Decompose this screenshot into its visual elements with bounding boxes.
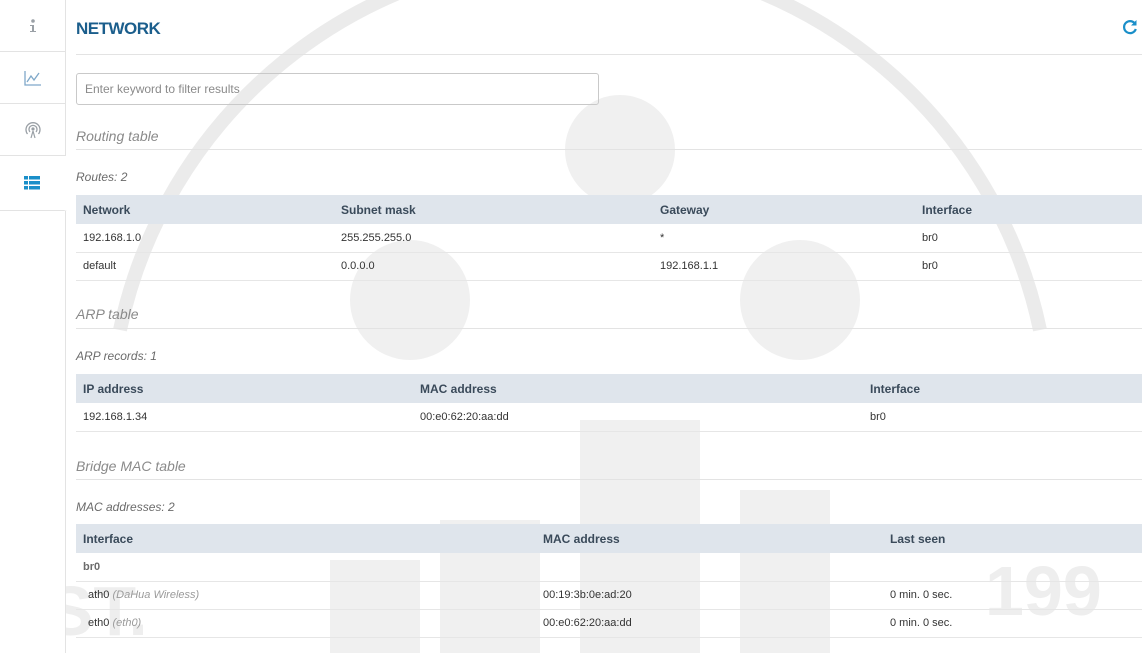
- sidebar-item-statistics[interactable]: [0, 52, 65, 104]
- routes-count: Routes: 2: [76, 170, 128, 184]
- bridge-group-label: br0: [76, 553, 1142, 582]
- table-row: ath0 (DaHua Wireless) 00:19:3b:0e:ad:20 …: [76, 581, 1142, 610]
- table-header-row: Interface MAC address Last seen: [76, 524, 1142, 553]
- interface-description: (DaHua Wireless): [112, 589, 200, 601]
- table-cell: 192.168.1.1: [653, 252, 915, 281]
- column-header[interactable]: Last seen: [883, 524, 1142, 553]
- table-cell: default: [76, 252, 334, 281]
- table-cell: br0: [863, 403, 1142, 432]
- table-cell: 0.0.0.0: [334, 252, 653, 281]
- routing-table: Network Subnet mask Gateway Interface 19…: [76, 195, 1142, 281]
- column-header[interactable]: Interface: [863, 374, 1142, 403]
- column-header[interactable]: Network: [76, 195, 334, 224]
- table-group-row: br0: [76, 553, 1142, 582]
- column-header[interactable]: MAC address: [413, 374, 863, 403]
- list-icon: [24, 176, 40, 190]
- divider: [76, 328, 1142, 329]
- table-cell: 00:19:3b:0e:ad:20: [536, 581, 883, 610]
- chart-icon: [23, 70, 42, 86]
- divider: [76, 149, 1142, 150]
- arp-table: IP address MAC address Interface 192.168…: [76, 374, 1142, 432]
- table-cell: 255.255.255.0: [334, 224, 653, 253]
- interface-description: (eth0): [112, 617, 142, 629]
- table-row: eth0 (eth0) 00:e0:62:20:aa:dd 0 min. 0 s…: [76, 609, 1142, 638]
- table-row: default 0.0.0.0 192.168.1.1 br0: [76, 252, 1142, 281]
- table-cell: 0 min. 0 sec.: [883, 609, 1142, 638]
- bridge-mac-table-title: Bridge MAC table: [76, 458, 186, 474]
- table-cell: ath0 (DaHua Wireless): [76, 581, 536, 610]
- sidebar-item-info[interactable]: [0, 0, 65, 52]
- table-cell: br0: [915, 252, 1142, 281]
- column-header[interactable]: Subnet mask: [334, 195, 653, 224]
- column-header[interactable]: Interface: [915, 195, 1142, 224]
- column-header[interactable]: Interface: [76, 524, 536, 553]
- column-header[interactable]: IP address: [76, 374, 413, 403]
- table-cell: 192.168.1.34: [76, 403, 413, 432]
- routing-table-title: Routing table: [76, 128, 159, 144]
- column-header[interactable]: Gateway: [653, 195, 915, 224]
- table-header-row: IP address MAC address Interface: [76, 374, 1142, 403]
- sidebar-item-network[interactable]: [0, 156, 67, 211]
- table-cell: *: [653, 224, 915, 253]
- table-cell: 00:e0:62:20:aa:dd: [536, 609, 883, 638]
- table-cell: br0: [915, 224, 1142, 253]
- table-cell: 192.168.1.0: [76, 224, 334, 253]
- arp-records-count: ARP records: 1: [76, 349, 157, 363]
- interface-name: eth0: [88, 617, 110, 629]
- table-header-row: Network Subnet mask Gateway Interface: [76, 195, 1142, 224]
- arp-table-title: ARP table: [76, 306, 139, 322]
- table-cell: 0 min. 0 sec.: [883, 581, 1142, 610]
- table-cell: eth0 (eth0): [76, 609, 536, 638]
- filter-input[interactable]: [76, 73, 599, 105]
- table-row: 192.168.1.34 00:e0:62:20:aa:dd br0: [76, 403, 1142, 432]
- table-cell: 00:e0:62:20:aa:dd: [413, 403, 863, 432]
- mac-addresses-count: MAC addresses: 2: [76, 500, 175, 514]
- info-icon: [28, 18, 38, 34]
- sidebar-item-wireless[interactable]: [0, 104, 65, 156]
- table-row: 192.168.1.0 255.255.255.0 * br0: [76, 224, 1142, 253]
- page-header: NETWORK: [76, 0, 1142, 55]
- page-title: NETWORK: [76, 19, 161, 38]
- sidebar: [0, 0, 67, 653]
- divider: [76, 479, 1142, 480]
- main-content: NETWORK Routing table Routes: 2 Network …: [76, 0, 1142, 638]
- refresh-icon[interactable]: [1120, 17, 1140, 37]
- bridge-mac-table: Interface MAC address Last seen br0 ath0…: [76, 524, 1142, 638]
- column-header[interactable]: MAC address: [536, 524, 883, 553]
- interface-name: ath0: [88, 589, 110, 601]
- wireless-icon: [24, 121, 42, 139]
